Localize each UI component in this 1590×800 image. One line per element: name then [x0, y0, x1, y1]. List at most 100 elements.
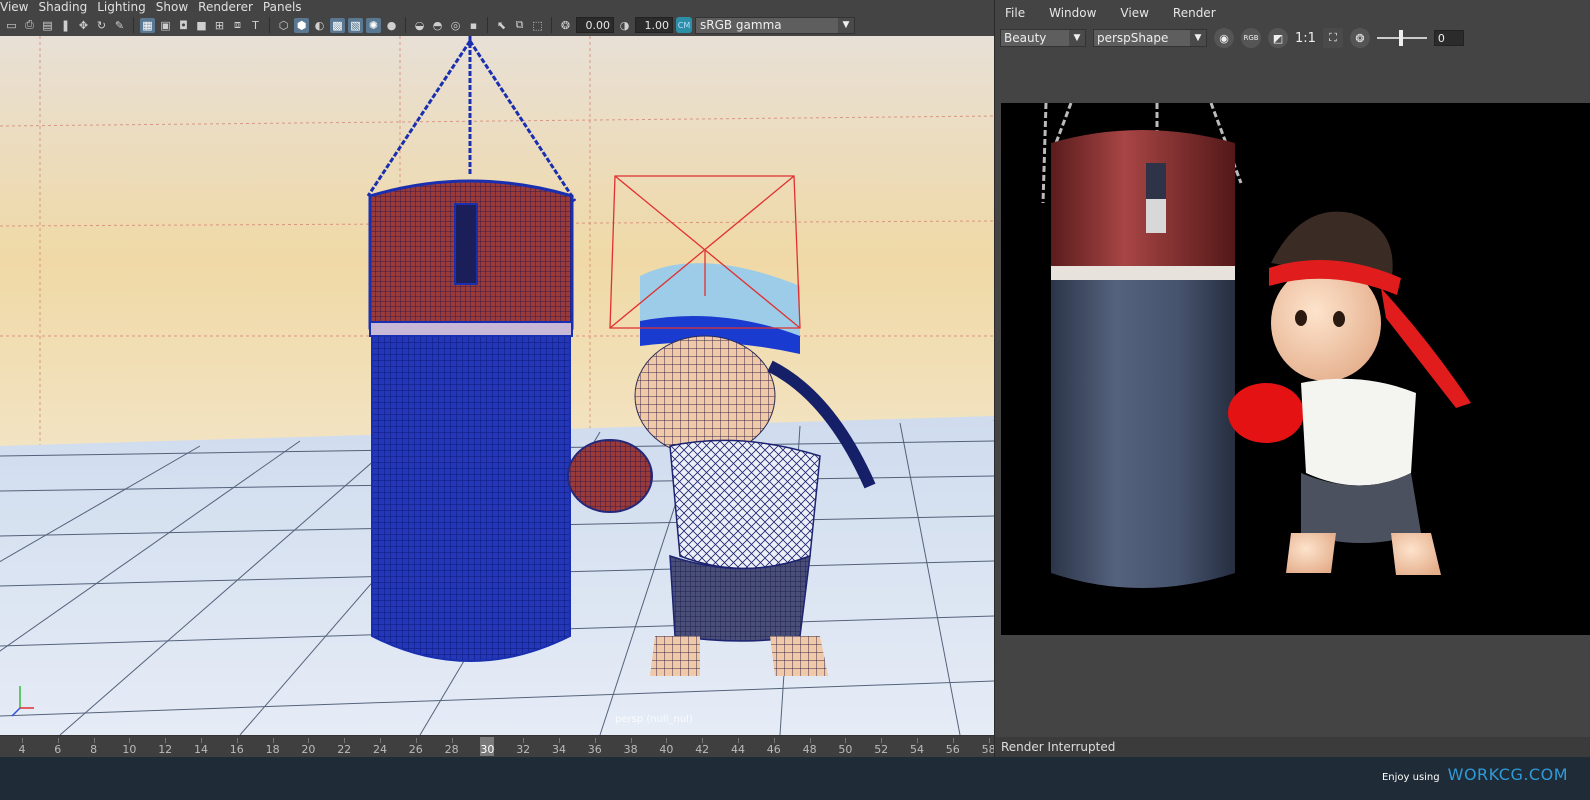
camera-name-label: persp (null_nul) — [615, 714, 693, 725]
timeline-tick-label: 10 — [122, 743, 137, 756]
toolbar-divider — [487, 17, 488, 33]
colorspace-value: sRGB gamma — [700, 18, 782, 32]
menu-render[interactable]: Render — [1173, 6, 1216, 20]
exposure-field[interactable]: 0.00 — [576, 17, 614, 33]
pencil-icon[interactable]: ✎ — [112, 18, 127, 33]
render-view-menubar: File Window View Render — [995, 0, 1590, 26]
chevron-down-icon: ▼ — [1069, 30, 1085, 46]
wireframe-on-shaded-icon[interactable]: ◐ — [312, 18, 327, 33]
render-region-icon[interactable]: ◉ — [1214, 28, 1234, 48]
exposure-icon[interactable]: ❂ — [1349, 28, 1370, 48]
isolate-icon[interactable]: ▪ — [466, 18, 481, 33]
film-icon[interactable]: ▤ — [40, 18, 55, 33]
toolbar-divider — [405, 17, 406, 33]
render-pass-dropdown[interactable]: Beauty ▼ — [1000, 29, 1086, 47]
antialias-icon[interactable]: ◎ — [448, 18, 463, 33]
smooth-shade-icon[interactable]: ⬢ — [294, 17, 309, 33]
chevron-down-icon: ▼ — [1190, 30, 1206, 46]
rgb-channels-icon[interactable]: RGB — [1241, 28, 1261, 48]
timeline-tick-label: 52 — [874, 743, 889, 756]
textured-icon[interactable]: ▩ — [330, 17, 345, 33]
gamma-field[interactable]: 1.00 — [635, 17, 673, 33]
render-pass-value: Beauty — [1004, 31, 1047, 45]
wireframe-icon[interactable]: ⬡ — [276, 18, 291, 33]
timeline-tick-label: 36 — [587, 743, 602, 756]
xray-icon[interactable]: ▧ — [348, 17, 363, 33]
colorspace-dropdown[interactable]: sRGB gamma ▼ — [695, 16, 855, 34]
timeline-tick-label: 54 — [910, 743, 924, 756]
timeline-tick-label: 30 — [480, 743, 495, 756]
motion-blur-icon[interactable]: ◓ — [430, 18, 445, 33]
isolate-select-icon[interactable]: ⧉ — [512, 18, 527, 33]
move-icon[interactable]: ✥ — [76, 18, 91, 33]
safe-action-icon[interactable]: ⧈ — [230, 18, 245, 33]
menu-panels[interactable]: Panels — [263, 0, 312, 14]
field-chart-icon[interactable]: ⊞ — [212, 18, 227, 33]
resolution-gate-icon[interactable]: ◘ — [176, 18, 191, 33]
viewport-scene — [0, 36, 994, 735]
timeline-tick-label: 38 — [623, 743, 638, 756]
menu-view[interactable]: View — [0, 0, 38, 14]
timeline-tick-label: 44 — [731, 743, 745, 756]
render-status-bar: Render Interrupted — [995, 737, 1590, 757]
frame-all-icon[interactable]: ⬚ — [530, 18, 545, 33]
menu-file[interactable]: File — [1005, 6, 1025, 20]
camera-icon[interactable]: ⎙ — [22, 18, 37, 33]
exposure-field[interactable]: 0 — [1433, 30, 1464, 46]
timeline-tick-label: 8 — [90, 743, 98, 756]
timeline-tick-label: 34 — [552, 743, 566, 756]
exposure-slider-knob[interactable] — [1398, 30, 1403, 46]
watermark: Enjoy using WORKCG.COM — [1382, 765, 1568, 784]
lights-icon[interactable]: ✺ — [366, 17, 381, 33]
toolbar-divider — [269, 17, 270, 33]
toolbar-divider — [133, 17, 134, 33]
grid-icon[interactable]: ▦ — [140, 17, 155, 33]
watermark-brand[interactable]: WORKCG.COM — [1448, 765, 1568, 784]
timeline-tick-label: 28 — [444, 743, 459, 756]
gamma-icon[interactable]: ◑ — [617, 18, 632, 33]
timeline-tick-label: 50 — [838, 743, 853, 756]
menu-window[interactable]: Window — [1049, 6, 1096, 20]
bookmark-icon[interactable]: ❚ — [58, 18, 73, 33]
menu-show[interactable]: Show — [156, 0, 198, 14]
toolbar-divider — [551, 17, 552, 33]
safe-title-icon[interactable]: T — [248, 18, 263, 33]
menu-view[interactable]: View — [1120, 6, 1148, 20]
rotate-icon[interactable]: ↻ — [94, 18, 109, 33]
render-camera-value: perspShape — [1097, 31, 1169, 45]
chevron-down-icon: ▼ — [838, 17, 854, 33]
3d-viewport[interactable]: persp (null_nul) — [0, 36, 994, 735]
timeline-tick-label: 48 — [802, 743, 817, 756]
select-camera-icon[interactable]: ▭ — [4, 18, 19, 33]
frame-image-icon[interactable]: ⛶ — [1322, 28, 1343, 48]
menu-lighting[interactable]: Lighting — [97, 0, 156, 14]
watermark-tagline: Enjoy using — [1381, 772, 1440, 783]
timeline-tick-label: 26 — [408, 743, 423, 756]
render-view-toolbar: Beauty ▼ perspShape ▼ ◉ RGB ◩ 1:1 ⛶ ❂ 0 — [995, 26, 1590, 50]
timeline-tick-label: 14 — [194, 743, 208, 756]
shadows-icon[interactable]: ● — [384, 18, 399, 33]
timeline-tick-label: 32 — [516, 743, 531, 756]
render-punching-bag — [1051, 130, 1235, 588]
xray-joints-icon[interactable]: ⬉ — [494, 18, 509, 33]
real-size-button[interactable]: 1:1 — [1295, 31, 1316, 46]
exposure-slider[interactable] — [1376, 30, 1427, 46]
timeline-tick-label: 22 — [337, 743, 352, 756]
timeline-tick-label: 18 — [265, 743, 280, 756]
punching-bag-mesh[interactable] — [368, 179, 574, 662]
render-camera-dropdown[interactable]: perspShape ▼ — [1093, 29, 1207, 47]
timeline-tick-label: 42 — [695, 743, 710, 756]
ambient-occlusion-icon[interactable]: ◒ — [412, 18, 427, 33]
timeline-tick-label: 24 — [373, 743, 387, 756]
gate-mask-icon[interactable]: ■ — [194, 18, 209, 33]
rendered-image[interactable] — [1001, 103, 1590, 635]
menu-renderer[interactable]: Renderer — [198, 0, 263, 14]
time-slider[interactable]: 4 6 8 10 12 14 16 18 20 22 24 26 28 30 32 34 36 38 40 42 44 4… — [0, 735, 996, 757]
checker-background-icon[interactable]: ◩ — [1268, 28, 1288, 48]
color-management-icon[interactable]: CM — [676, 17, 692, 33]
exposure-icon[interactable]: ❂ — [558, 18, 573, 33]
timeline-tick-label: 40 — [659, 743, 674, 756]
film-gate-icon[interactable]: ▣ — [158, 18, 173, 33]
render-boxer — [1228, 211, 1471, 575]
menu-shading[interactable]: Shading — [38, 0, 97, 14]
